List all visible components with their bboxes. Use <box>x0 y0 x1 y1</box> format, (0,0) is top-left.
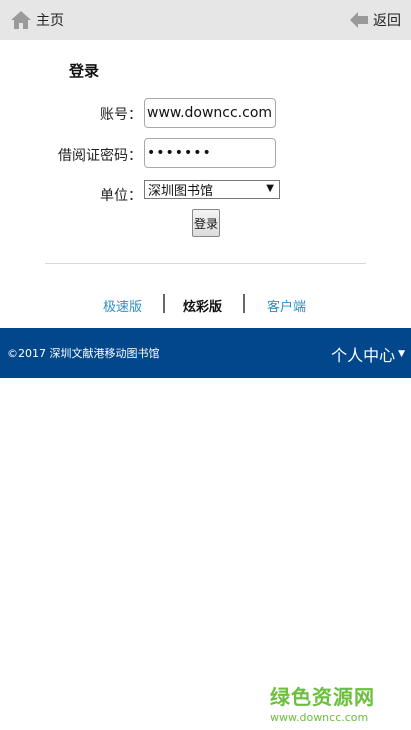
account-label: 账号： <box>100 107 142 123</box>
fast-version-link[interactable]: 极速版 <box>103 296 142 315</box>
user-center-menu[interactable]: 个人中心 ▼ <box>331 342 405 366</box>
divider <box>45 263 366 264</box>
version-separator <box>163 294 165 313</box>
dropdown-arrow-icon: ▼ <box>266 183 274 194</box>
watermark: 绿色资源网 www.downcc.com <box>270 681 395 724</box>
unit-select[interactable]: 深圳图书馆 ▼ <box>144 180 280 199</box>
account-input[interactable]: www.downcc.com <box>144 98 276 128</box>
footer-bar: ©2017 深圳文献港移动图书馆 个人中心 ▼ <box>0 328 411 378</box>
watermark-title: 绿色资源网 <box>270 685 375 709</box>
login-button[interactable]: 登录 <box>192 209 220 237</box>
card-password-input[interactable]: ••••••• <box>144 138 276 168</box>
back-label: 返回 <box>373 13 401 29</box>
home-icon <box>11 11 31 29</box>
top-bar: 主页 返回 <box>0 0 411 40</box>
login-title: 登录 <box>69 62 100 80</box>
unit-label: 单位： <box>100 188 142 204</box>
unit-select-value: 深圳图书馆 <box>148 184 214 199</box>
back-link[interactable]: 返回 <box>349 9 401 31</box>
user-center-label: 个人中心 <box>331 346 396 365</box>
caret-down-icon: ▼ <box>398 349 405 359</box>
home-label: 主页 <box>36 13 64 29</box>
version-switcher: 极速版 炫彩版 客户端 <box>0 294 411 316</box>
copyright-text: ©2017 深圳文献港移动图书馆 <box>7 347 160 360</box>
watermark-url: www.downcc.com <box>270 711 369 724</box>
card-password-label: 借阅证密码： <box>58 148 142 164</box>
client-link[interactable]: 客户端 <box>267 296 306 315</box>
back-arrow-icon <box>350 12 368 28</box>
color-version-current: 炫彩版 <box>183 300 223 315</box>
version-separator <box>243 294 245 313</box>
home-link[interactable]: 主页 <box>10 9 64 31</box>
